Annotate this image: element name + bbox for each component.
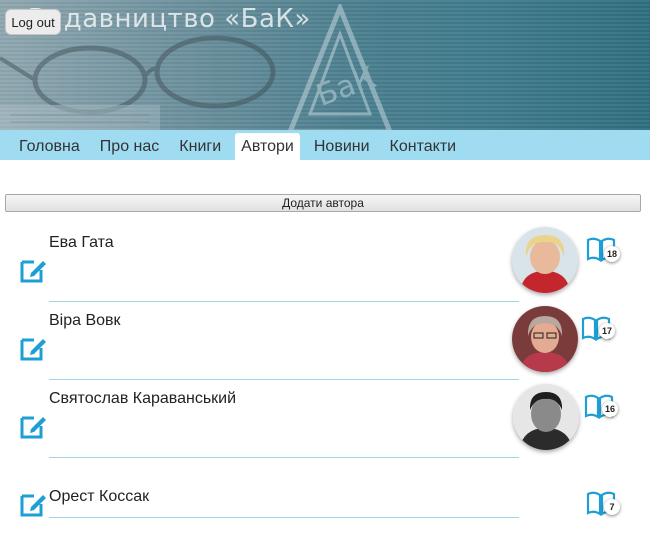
- site-title: Видавництво «БаК»: [28, 4, 311, 34]
- nav-item-books[interactable]: Книги: [173, 133, 227, 160]
- books-count-badge: 17: [599, 323, 615, 339]
- author-photo: [513, 384, 579, 450]
- author-photo: [512, 227, 578, 293]
- row-divider: [49, 301, 519, 302]
- edit-icon[interactable]: [19, 256, 47, 284]
- row-divider: [49, 379, 519, 380]
- author-name[interactable]: Віра Вовк: [49, 312, 121, 330]
- author-photo: [512, 306, 578, 372]
- edit-icon[interactable]: [19, 490, 47, 518]
- nav-item-authors[interactable]: Автори: [235, 133, 300, 160]
- nav-item-news[interactable]: Новини: [308, 133, 376, 160]
- nav-item-about[interactable]: Про нас: [94, 133, 165, 160]
- author-name[interactable]: Святослав Караванський: [49, 390, 236, 408]
- books-count-badge: 16: [602, 401, 618, 417]
- books-count-badge: 7: [604, 499, 620, 515]
- header-banner: БаК Видавництво «БаК» Log out: [0, 0, 650, 132]
- svg-text:БаК: БаК: [312, 60, 381, 114]
- edit-icon[interactable]: [19, 334, 47, 362]
- author-name[interactable]: Ева Гата: [49, 234, 114, 252]
- edit-icon[interactable]: [19, 412, 47, 440]
- logout-button[interactable]: Log out: [5, 9, 61, 35]
- author-name[interactable]: Орест Коссак: [49, 488, 149, 506]
- books-count-badge: 18: [604, 246, 620, 262]
- add-author-button[interactable]: Додати автора: [5, 194, 641, 212]
- nav-item-contacts[interactable]: Контакти: [384, 133, 463, 160]
- nav-item-home[interactable]: Головна: [13, 133, 86, 160]
- row-divider: [49, 457, 519, 458]
- main-nav: Головна Про нас Книги Автори Новини Конт…: [0, 130, 650, 160]
- row-divider: [49, 517, 519, 518]
